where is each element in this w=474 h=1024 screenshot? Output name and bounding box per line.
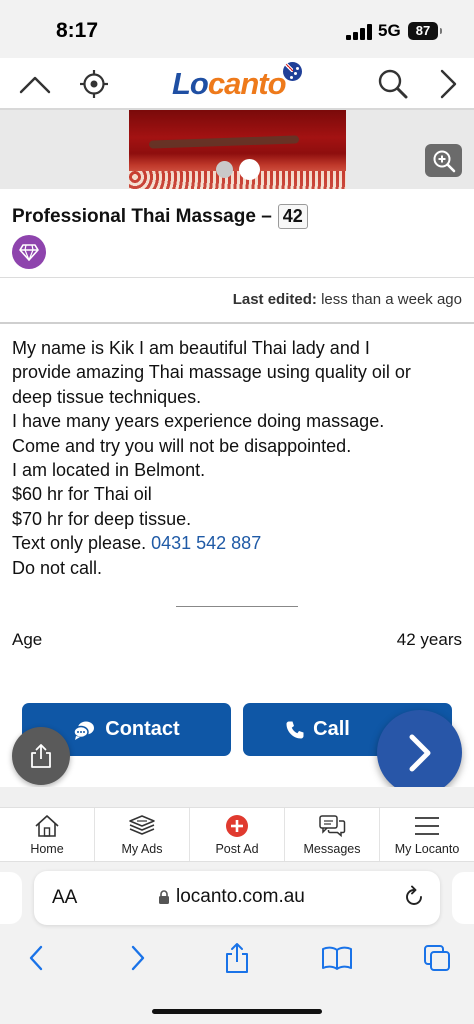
locate-icon[interactable] [74,64,114,104]
age-value: 42 years [396,630,462,649]
app-bottom-nav: Home My Ads Post Ad Messages My Locanto [0,807,474,862]
home-indicator [152,1009,322,1014]
description-line: My name is Kik I am beautiful Thai lady … [12,338,370,358]
browser-chrome: AA locanto.com.au [0,862,474,1024]
nav-item-home[interactable]: Home [0,808,95,861]
age-label: Age [12,630,43,649]
tabs-icon[interactable] [419,940,455,976]
reload-icon[interactable] [402,885,426,914]
zoom-in-icon [433,150,455,172]
nav-label: Post Ad [215,842,259,856]
browser-toolbar [0,940,474,980]
text-only-note: Text only please. [12,533,147,554]
description-line: Come and try you will not be disappointe… [12,435,352,456]
image-gallery [0,110,474,189]
description-line: provide amazing Thai massage using quali… [12,362,411,383]
description-line: Do not call. [12,557,103,578]
divider [176,606,298,607]
call-label: Call [313,718,350,740]
listing-title: Professional Thai Massage – [12,205,272,227]
chat-bubbles-icon [73,721,95,740]
nav-item-my-ads[interactable]: My Ads [95,808,190,861]
bookmarks-icon[interactable] [319,940,355,976]
nav-label: Messages [303,842,361,856]
gallery-dot-active[interactable] [239,159,260,180]
nav-label: My Locanto [394,842,460,856]
home-icon [33,813,61,839]
chevron-right-icon [409,734,430,771]
status-bar: 8:17 5G 87 [0,0,474,58]
plus-circle-icon [223,813,251,839]
description-line: I have many years experience doing massa… [12,411,385,432]
previous-tab-peek[interactable] [0,872,22,924]
next-tab-peek[interactable] [452,872,474,924]
title-row: Professional Thai Massage – 42 [12,204,308,229]
menu-icon [413,813,441,839]
nav-label: Home [30,842,64,856]
description-line: I am located in Belmont. [12,460,206,481]
chevron-right-icon[interactable] [428,64,468,104]
divider [0,277,474,278]
network-label: 5G [378,21,401,40]
share-icon [31,744,51,768]
phone-icon [286,721,304,738]
back-icon[interactable] [18,940,54,976]
phone-link[interactable]: 0431 542 887 [151,533,261,553]
divider [0,322,474,324]
diamond-icon [19,243,39,261]
nav-item-messages[interactable]: Messages [285,808,380,861]
nav-item-my-locanto[interactable]: My Locanto [380,808,474,861]
description-line: $60 hr for Thai oil [12,484,152,505]
gallery-dot[interactable] [216,161,233,178]
next-listing-button[interactable] [377,710,462,795]
separator-band [0,787,474,807]
description-line: deep tissue techniques. [12,386,202,407]
contact-label: Contact [105,718,180,740]
url-display[interactable]: locanto.com.au [158,886,305,908]
top-nav: Locanto [0,58,474,110]
status-time: 8:17 [56,19,99,42]
signal-icon [346,24,372,40]
battery-icon: 87 [408,22,442,40]
australia-flag-icon [283,62,302,81]
address-bar[interactable]: AA locanto.com.au [34,871,440,925]
lock-icon [159,889,169,904]
url-text: locanto.com.au [176,886,305,907]
search-icon[interactable] [373,64,413,104]
description-line: Text only please. 0431 542 887 [12,531,467,555]
listing-description: My name is Kik I am beautiful Thai lady … [12,336,467,580]
chevron-up-icon[interactable] [15,64,55,104]
listing-photo[interactable] [129,110,346,189]
last-edited: Last edited: less than a week ago [233,291,462,308]
last-edited-value: less than a week ago [321,291,462,308]
text-size-button[interactable]: AA [52,887,77,909]
share-icon[interactable] [219,940,255,976]
nav-label: My Ads [121,842,163,856]
share-button[interactable] [12,727,70,785]
last-edited-label: Last edited: [232,291,317,308]
locanto-logo[interactable]: Locanto [172,66,287,102]
title-number: 42 [277,204,308,229]
nav-item-post-ad[interactable]: Post Ad [190,808,285,861]
zoom-button[interactable] [425,144,462,177]
chat-icon [318,813,346,839]
description-line: $70 hr for deep tissue. [12,508,192,529]
forward-icon[interactable] [120,940,156,976]
premium-badge [12,235,46,269]
stack-icon [128,813,156,839]
